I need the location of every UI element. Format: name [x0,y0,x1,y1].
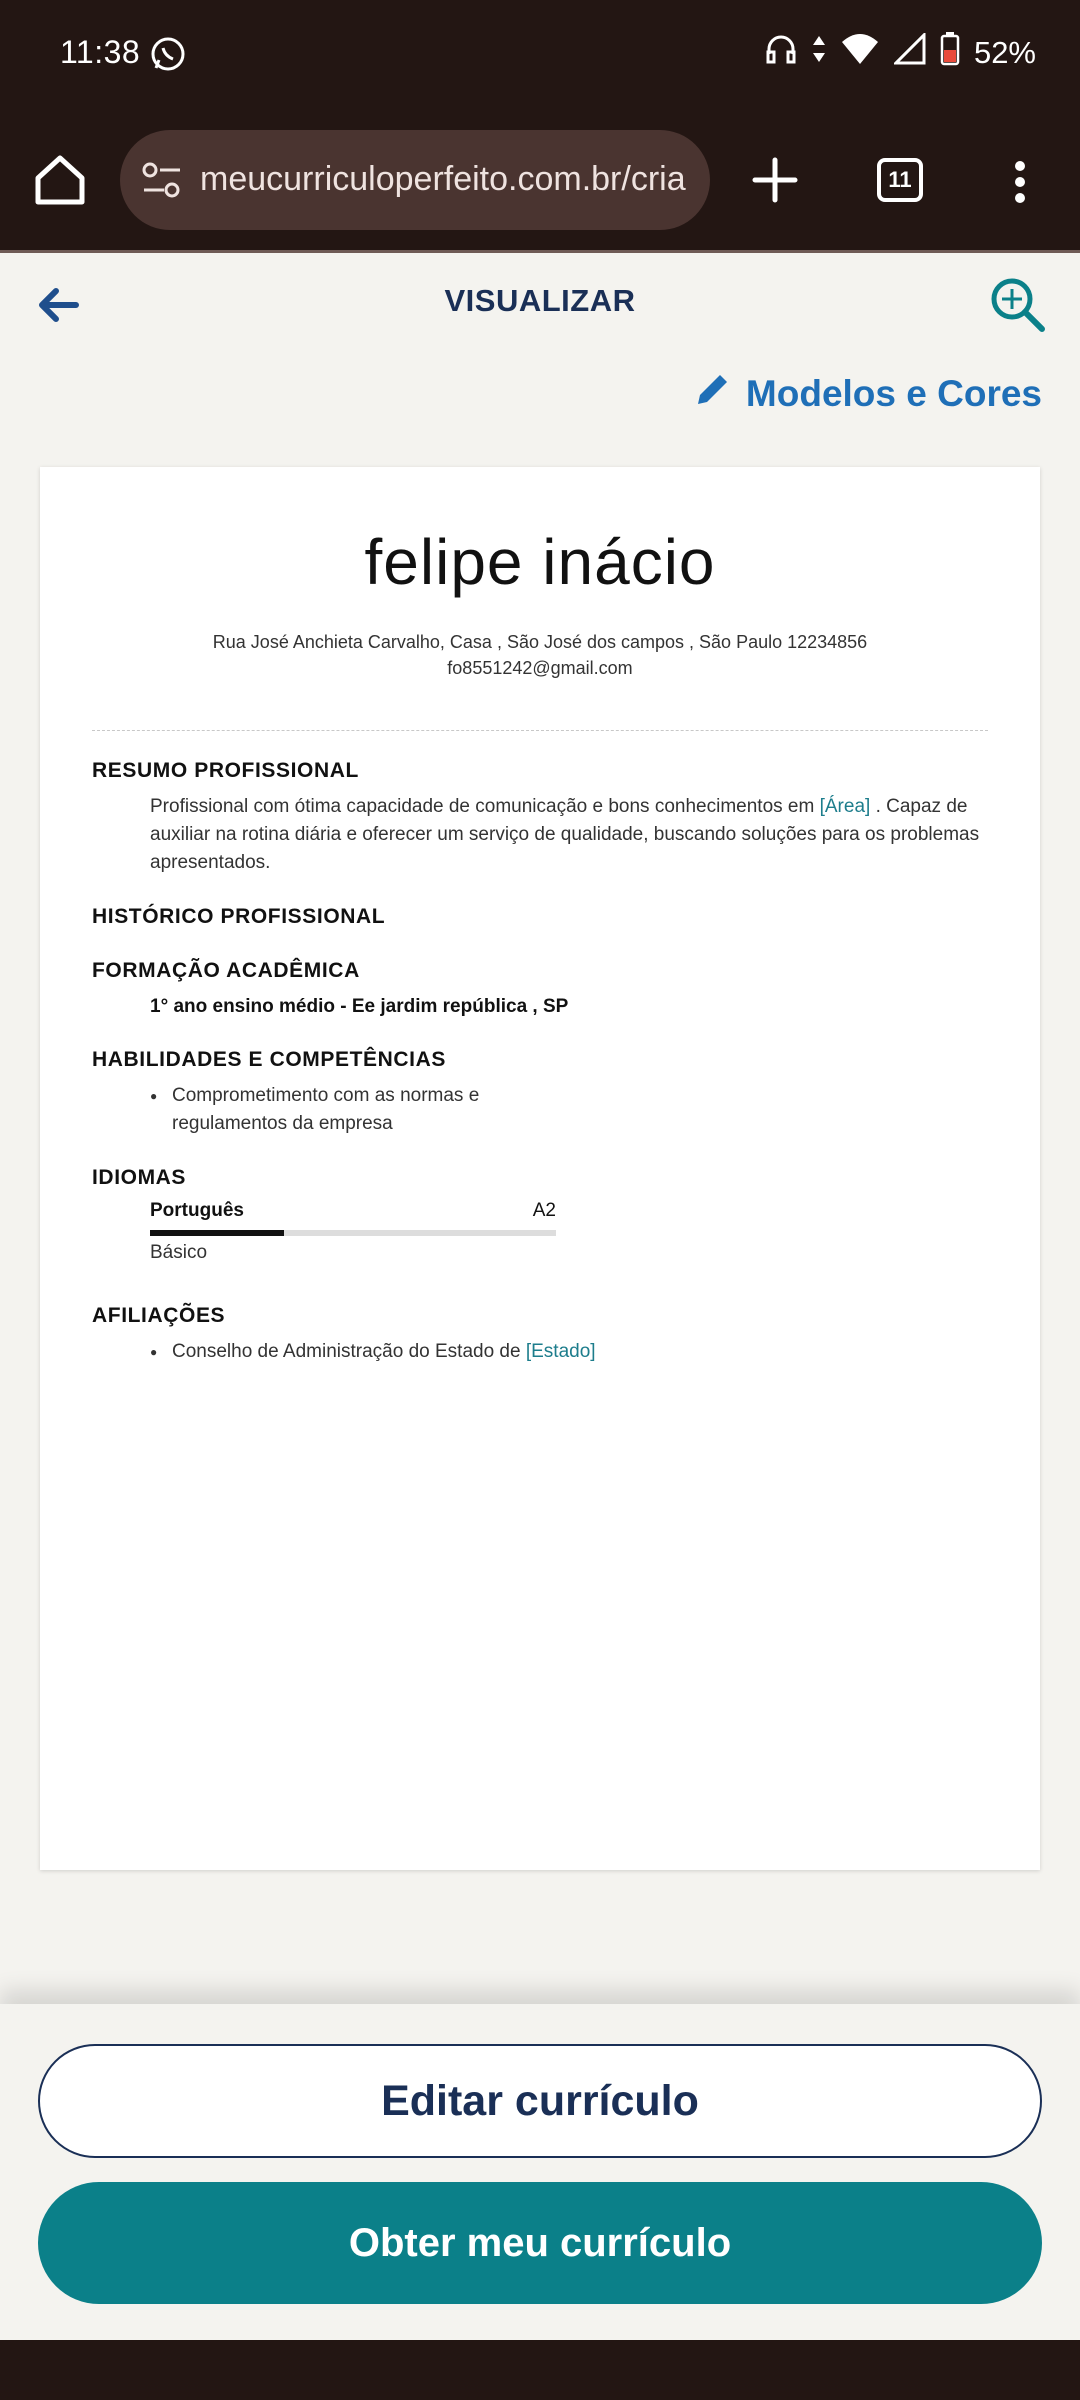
section-title-historico: HISTÓRICO PROFISSIONAL [92,905,386,928]
page-title: VISUALIZAR [444,283,636,318]
formacao-item: 1° ano ensino médio - Ee jardim repúblic… [150,996,569,1017]
resume-address: Rua José Anchieta Carvalho, Casa , São J… [212,632,868,652]
edit-resume-button[interactable]: Editar currículo [38,2044,1042,2158]
section-title-idiomas: IDIOMAS [92,1166,187,1189]
habilidade-item: Comprometimento com as normas e regulame… [150,1082,530,1138]
new-tab-icon[interactable] [750,150,800,215]
whatsapp-icon [148,34,188,79]
estado-placeholder-link[interactable]: [Estado] [526,1341,596,1362]
modelos-label: Modelos e Cores [745,372,1042,414]
battery-percent: 52% [973,35,1036,70]
language-level-bar [150,1230,556,1236]
resume-contact: Rua José Anchieta Carvalho, Casa , São J… [40,629,1040,681]
section-title-habilidades: HABILIDADES E COMPETÊNCIAS [92,1048,446,1071]
url-text[interactable]: meucurriculoperfeito.com.br/cria [200,160,686,199]
more-menu-icon[interactable] [1012,160,1028,209]
status-icons: 52% [764,31,1036,74]
browser-chrome: 11:38 52% meucurriculoperfeito.com.br/cr… [0,0,1080,253]
home-icon[interactable] [30,150,90,210]
section-title-formacao: FORMAÇÃO ACADÊMICA [92,959,360,982]
afiliacao-text: Conselho de Administração do Estado de [172,1341,526,1362]
resumo-text-a: Profissional com ótima capacidade de com… [150,796,820,817]
modelos-e-cores-button[interactable]: Modelos e Cores [694,370,1042,417]
tab-switcher-button[interactable]: 11 [877,158,923,202]
resumo-text: Profissional com ótima capacidade de com… [150,793,1010,877]
area-placeholder-link[interactable]: [Área] [820,796,871,817]
language-level-label: Básico [150,1242,208,1263]
language-row: Português A2 [150,1200,556,1222]
language-entry: Português A2 Básico [150,1200,556,1264]
page-header: VISUALIZAR [0,253,1080,363]
get-resume-button[interactable]: Obter meu currículo [38,2182,1042,2304]
site-settings-icon[interactable] [140,160,184,205]
afiliacao-item: Conselho de Administração do Estado de [… [150,1338,596,1366]
data-arrows-icon [812,34,826,72]
language-name: Português [150,1200,244,1221]
system-nav-bar [0,2340,1080,2400]
resume-email: fo8551242@gmail.com [447,658,633,678]
browser-toolbar: meucurriculoperfeito.com.br/cria 11 [0,110,1080,250]
wifi-icon [840,32,880,74]
pencil-icon [694,370,732,417]
resume-name: felipe inácio [364,526,716,598]
status-time: 11:38 [60,34,141,70]
status-bar: 11:38 52% [0,0,1080,110]
battery-icon [940,32,960,74]
url-bar[interactable]: meucurriculoperfeito.com.br/cria [120,130,710,230]
language-code: A2 [532,1200,556,1221]
header-divider [92,730,988,731]
signal-icon [892,31,926,73]
section-title-resumo: RESUMO PROFISSIONAL [92,759,359,782]
language-level-fill [150,1230,284,1236]
bottom-action-sheet: Editar currículo Obter meu currículo [0,2004,1080,2340]
headphones-icon [764,32,798,74]
zoom-search-icon[interactable] [990,275,1046,340]
resume-preview: felipe inácio Rua José Anchieta Carvalho… [40,467,1040,1870]
section-title-afiliacoes: AFILIAÇÕES [92,1304,226,1327]
